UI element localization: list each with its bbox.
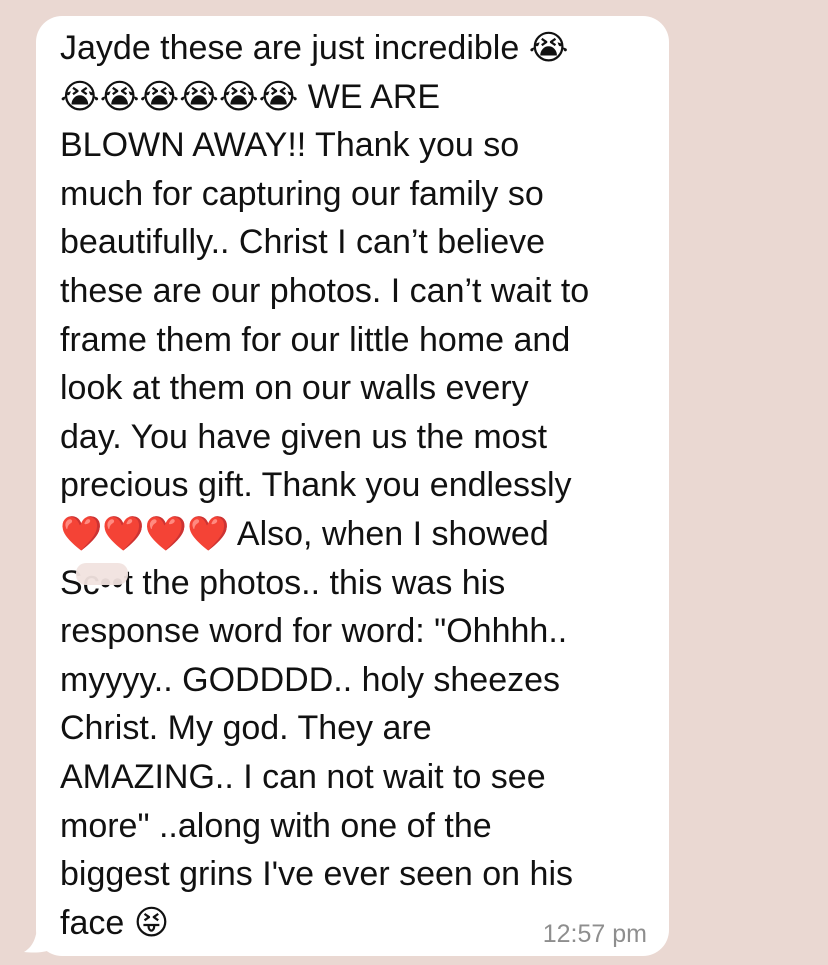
- redaction-overlay: [76, 563, 128, 585]
- message-timestamp: 12:57 pm: [542, 920, 647, 948]
- message-text[interactable]: Jayde these are just incredible 😭 😭😭😭😭😭😭…: [60, 24, 660, 947]
